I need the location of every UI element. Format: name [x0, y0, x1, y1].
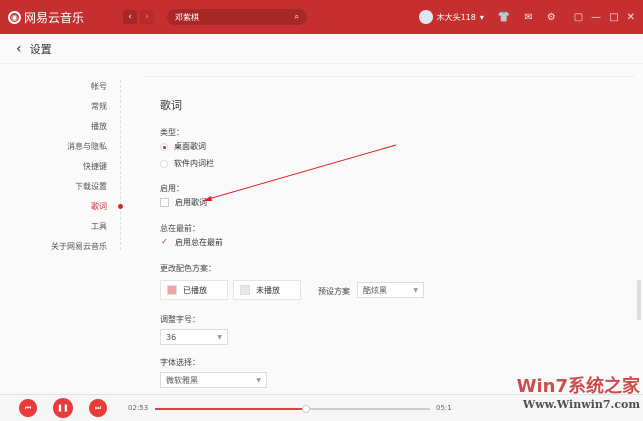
watermark-url: Www.Winwin7.com — [522, 398, 640, 411]
previous-button[interactable]: ⏮ — [19, 399, 37, 417]
progress-knob[interactable] — [302, 405, 311, 413]
scrollbar[interactable] — [637, 280, 641, 320]
current-time: 02:53 — [128, 404, 149, 412]
progress-fill — [155, 408, 307, 410]
watermark-logo: Win7系统之家 Www.Winwin7.com — [445, 372, 640, 420]
watermark-text: Win7系统之家 — [516, 376, 640, 397]
pause-button[interactable]: ❚❚ — [53, 398, 73, 418]
next-button[interactable]: ⏭ — [89, 399, 107, 417]
progress-slider[interactable] — [155, 405, 430, 413]
annotation-arrow — [203, 144, 397, 201]
